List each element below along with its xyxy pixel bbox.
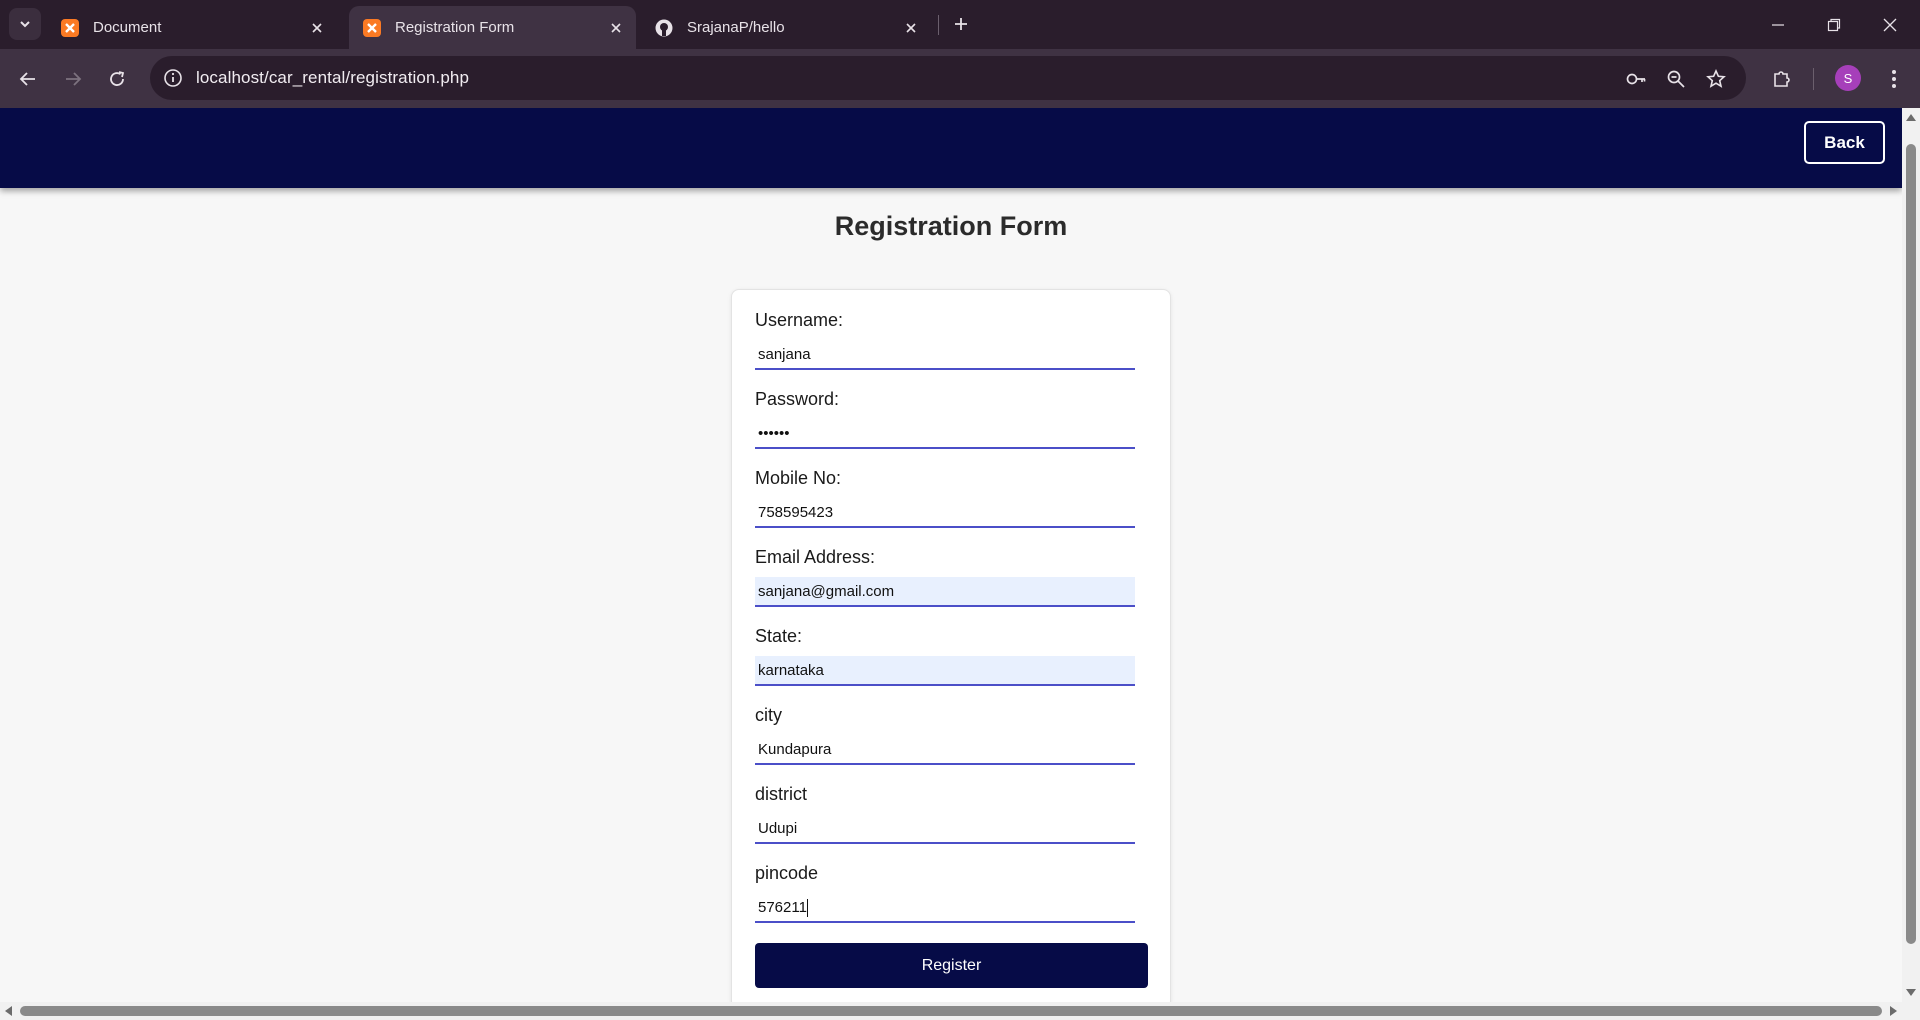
close-icon[interactable] (305, 16, 329, 40)
state-label: State: (755, 626, 803, 646)
password-input[interactable] (755, 419, 1135, 449)
url-text[interactable]: localhost/car_rental/registration.php (196, 68, 469, 88)
username-input[interactable] (755, 340, 1135, 370)
browser-toolbar: localhost/car_rental/registration.php S (0, 49, 1920, 108)
vertical-scrollbar[interactable] (1902, 108, 1920, 1002)
scroll-right-arrow-icon[interactable] (1890, 1006, 1897, 1016)
text-caret (807, 899, 808, 917)
bookmark-star-icon[interactable] (1704, 67, 1728, 91)
pincode-input[interactable] (755, 893, 1135, 923)
tab-document[interactable]: Document (47, 6, 337, 49)
xampp-icon (363, 18, 381, 37)
browser-tab-bar: Document Registration Form SrajanaP/hell… (0, 0, 1920, 49)
tab-title: Document (93, 19, 162, 36)
close-icon[interactable] (604, 16, 628, 40)
toolbar-divider (1813, 68, 1814, 90)
city-label: city (755, 705, 782, 725)
mobile-input[interactable] (755, 498, 1135, 528)
tab-search-button[interactable] (9, 8, 41, 40)
page-viewport: Back Registration Form Username: Passwor… (0, 108, 1902, 1002)
close-icon[interactable] (899, 16, 923, 40)
city-input[interactable] (755, 735, 1135, 765)
pincode-label: pincode (755, 863, 819, 883)
tab-github[interactable]: SrajanaP/hello (641, 6, 931, 49)
profile-avatar[interactable]: S (1835, 65, 1861, 91)
close-icon (1883, 18, 1897, 31)
page-title: Registration Form (834, 211, 1068, 241)
email-label: Email Address: (755, 547, 876, 567)
close-window-button[interactable] (1862, 0, 1918, 49)
minimize-button[interactable] (1750, 0, 1806, 49)
arrow-right-icon (66, 72, 82, 86)
scroll-up-arrow-icon[interactable] (1906, 114, 1916, 121)
new-tab-button[interactable] (947, 10, 975, 38)
horizontal-scroll-thumb[interactable] (20, 1006, 1882, 1016)
forward-nav-button[interactable] (58, 64, 88, 94)
restore-button[interactable] (1806, 0, 1862, 49)
xampp-icon (61, 18, 79, 37)
register-button[interactable]: Register (755, 943, 1148, 988)
tab-title: Registration Form (395, 19, 515, 36)
username-label: Username: (755, 310, 844, 330)
minimize-icon (1772, 23, 1784, 26)
github-icon (655, 19, 673, 36)
extensions-button[interactable] (1767, 64, 1797, 94)
reload-button[interactable] (102, 64, 132, 94)
zoom-icon[interactable] (1664, 67, 1688, 91)
plus-icon (955, 18, 967, 30)
mobile-label: Mobile No: (755, 468, 842, 488)
district-label: district (755, 784, 808, 804)
restore-icon (1827, 18, 1841, 31)
back-nav-button[interactable] (13, 64, 43, 94)
site-info-icon[interactable] (162, 67, 184, 89)
scroll-left-arrow-icon[interactable] (5, 1006, 12, 1016)
tab-title: SrajanaP/hello (687, 19, 785, 36)
reload-icon (110, 71, 125, 86)
chevron-down-icon (20, 21, 30, 28)
puzzle-icon (1774, 71, 1790, 87)
district-input[interactable] (755, 814, 1135, 844)
more-vert-icon (1892, 70, 1896, 88)
browser-menu-button[interactable] (1879, 64, 1909, 94)
site-header: Back (0, 108, 1902, 188)
horizontal-scrollbar[interactable] (0, 1002, 1920, 1020)
tab-separator (938, 15, 939, 35)
scroll-down-arrow-icon[interactable] (1906, 989, 1916, 996)
arrow-left-icon (19, 72, 35, 86)
registration-form: Username: Password: Mobile No: Email Add… (731, 289, 1171, 1002)
back-button[interactable]: Back (1804, 121, 1885, 164)
password-key-icon[interactable] (1624, 67, 1648, 91)
tab-registration-form[interactable]: Registration Form (349, 6, 636, 49)
password-label: Password: (755, 389, 840, 409)
email-input[interactable] (755, 577, 1135, 607)
address-bar[interactable]: localhost/car_rental/registration.php (150, 56, 1746, 100)
state-input[interactable] (755, 656, 1135, 686)
vertical-scroll-thumb[interactable] (1906, 144, 1916, 944)
